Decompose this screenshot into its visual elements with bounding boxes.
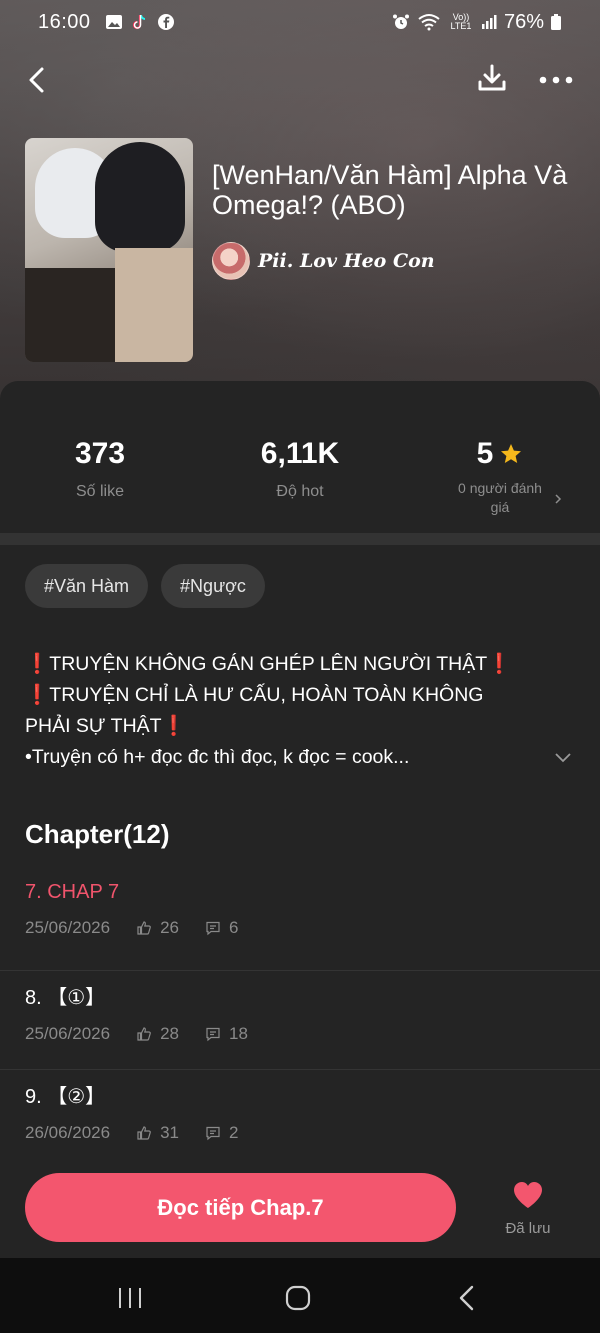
thumbs-up-icon bbox=[137, 921, 151, 935]
chapter-section-title: Chapter(12) bbox=[25, 819, 170, 849]
chapter-item[interactable]: 9. 【②】 26/06/2026 31 2 bbox=[0, 1069, 600, 1168]
chapter-comments: 2 bbox=[229, 1123, 239, 1142]
tiktok-icon bbox=[131, 13, 149, 31]
rating-label-line1: 0 người đánh bbox=[458, 480, 542, 496]
section-divider bbox=[0, 533, 600, 545]
hot-stat: 6,11K Độ hot bbox=[200, 437, 400, 501]
thumbs-up-icon bbox=[137, 1126, 151, 1140]
status-bar: 16:00 Vo)) LTE1 76% bbox=[0, 0, 600, 44]
facebook-icon bbox=[157, 13, 175, 31]
chapter-name: 7. CHAP 7 bbox=[25, 881, 120, 903]
home-icon[interactable] bbox=[284, 1284, 312, 1312]
author-avatar[interactable] bbox=[212, 242, 250, 280]
description[interactable]: ❗TRUYỆN KHÔNG GÁN GHÉP LÊN NGƯỜI THẬT❗ ❗… bbox=[25, 649, 545, 773]
chapter-date: 26/06/2026 bbox=[25, 1123, 111, 1142]
gallery-icon bbox=[105, 13, 123, 31]
rating-label-line2: giá bbox=[490, 499, 510, 515]
tag-list: #Văn Hàm #Ngược bbox=[25, 564, 265, 608]
hot-value: 6,11K bbox=[260, 437, 340, 470]
system-navigation-bar bbox=[0, 1258, 600, 1333]
tag-nguoc[interactable]: #Ngược bbox=[161, 564, 265, 608]
warning-icon: ❗ bbox=[161, 715, 186, 737]
chapter-likes: 26 bbox=[160, 918, 180, 937]
chapter-likes: 31 bbox=[160, 1123, 180, 1142]
hot-label: Độ hot bbox=[276, 483, 324, 500]
chevron-right-icon[interactable] bbox=[552, 493, 564, 505]
comment-icon bbox=[206, 921, 220, 936]
download-icon[interactable] bbox=[474, 60, 510, 96]
recents-icon[interactable] bbox=[116, 1286, 144, 1310]
system-back-icon[interactable] bbox=[456, 1284, 476, 1312]
status-time: 16:00 bbox=[38, 10, 91, 33]
chapter-likes: 28 bbox=[160, 1024, 180, 1043]
top-nav bbox=[0, 54, 600, 104]
warning-icon: ❗ bbox=[25, 684, 50, 706]
stats-row: 373 Số like 6,11K Độ hot 5 0 người đánh … bbox=[0, 381, 600, 533]
chapter-item[interactable]: 7. CHAP 7 25/06/2026 26 6 bbox=[0, 871, 600, 970]
likes-value: 373 bbox=[74, 437, 126, 470]
wifi-icon bbox=[416, 13, 442, 31]
chapter-name: 9. 【②】 bbox=[25, 1086, 106, 1108]
tag-van-ham[interactable]: #Văn Hàm bbox=[25, 564, 149, 608]
desc-line-3: PHẢI SỰ THẬT bbox=[25, 715, 162, 737]
save-button[interactable]: Đã lưu bbox=[496, 1180, 560, 1237]
desc-line-1: TRUYỆN KHÔNG GÁN GHÉP LÊN NGƯỜI THẬT bbox=[49, 653, 488, 675]
chapter-comments: 18 bbox=[229, 1024, 248, 1043]
continue-reading-button[interactable]: Đọc tiếp Chap.7 bbox=[25, 1173, 456, 1242]
rating-stat[interactable]: 5 0 người đánh giá bbox=[400, 437, 600, 517]
battery-icon bbox=[550, 13, 562, 31]
signal-icon bbox=[480, 13, 498, 31]
bottom-action-bar: Đọc tiếp Chap.7 Đã lưu bbox=[0, 1158, 600, 1258]
warning-icon: ❗ bbox=[25, 653, 50, 675]
thumbs-up-icon bbox=[137, 1027, 151, 1041]
chapter-item[interactable]: 8. 【①】 25/06/2026 28 18 bbox=[0, 970, 600, 1069]
comment-icon bbox=[206, 1027, 220, 1042]
author-name[interactable]: Pii. Lov Heo Con bbox=[258, 250, 435, 272]
desc-line-4: •Truyện có h+ đọc đc thì đọc, k đọc = co… bbox=[25, 746, 410, 768]
story-title: [WenHan/Văn Hàm] Alpha Và Omega!? (ABO) bbox=[212, 160, 568, 220]
save-label: Đã lưu bbox=[505, 1220, 551, 1237]
volte-icon: Vo)) LTE1 bbox=[450, 12, 472, 31]
likes-stat: 373 Số like bbox=[0, 437, 200, 501]
warning-icon: ❗ bbox=[487, 653, 512, 675]
rating-value: 5 bbox=[476, 437, 494, 470]
chapter-name: 8. 【①】 bbox=[25, 987, 106, 1009]
chapter-list: 7. CHAP 7 25/06/2026 26 6 8. 【①】 25/06/2… bbox=[0, 871, 600, 1168]
desc-line-2: TRUYỆN CHỈ LÀ HƯ CẤU, HOÀN TOÀN KHÔNG bbox=[49, 684, 484, 706]
content-panel: 373 Số like 6,11K Độ hot 5 0 người đánh … bbox=[0, 381, 600, 1261]
chapter-comments: 6 bbox=[229, 918, 239, 937]
alarm-icon bbox=[392, 13, 410, 31]
more-dots-icon[interactable] bbox=[538, 62, 574, 98]
chapter-date: 25/06/2026 bbox=[25, 918, 111, 937]
likes-label: Số like bbox=[75, 483, 125, 500]
chapter-date: 25/06/2026 bbox=[25, 1024, 111, 1043]
cover-image bbox=[25, 138, 193, 362]
author-row[interactable]: Pii. Lov Heo Con bbox=[212, 242, 435, 280]
chevron-down-icon[interactable] bbox=[554, 751, 572, 763]
star-icon bbox=[501, 444, 522, 463]
heart-icon bbox=[514, 1182, 542, 1208]
back-arrow-icon[interactable] bbox=[20, 62, 52, 98]
comment-icon bbox=[206, 1126, 220, 1141]
battery-percentage: 76% bbox=[503, 10, 544, 33]
